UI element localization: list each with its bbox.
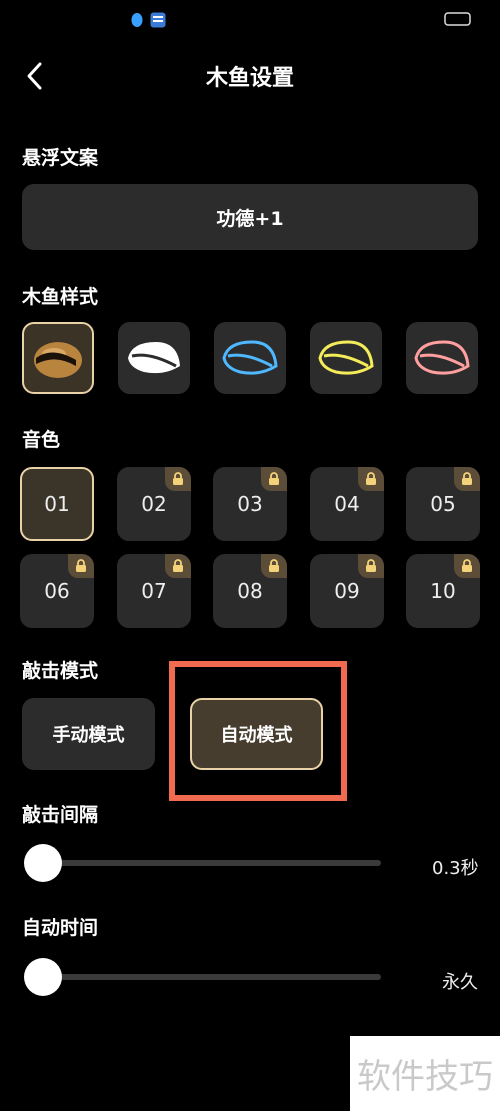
- tone-option[interactable]: 09: [310, 554, 384, 628]
- float-text-value: 功德+1: [216, 207, 284, 230]
- wooden-fish-neon-blue-icon: [222, 340, 278, 375]
- tone-option-label: 07: [141, 579, 167, 603]
- wooden-fish-neon-pink-icon: [414, 340, 470, 375]
- tone-option[interactable]: 10: [406, 554, 480, 628]
- lock-icon: [261, 554, 287, 578]
- tone-option[interactable]: 08: [213, 554, 287, 628]
- float-text-label: 悬浮文案: [22, 147, 99, 169]
- tone-option[interactable]: 07: [117, 554, 191, 628]
- qq-icon: [131, 13, 143, 27]
- tone-label: 音色: [22, 429, 61, 451]
- tone-option-label: 05: [430, 492, 456, 516]
- tone-option[interactable]: 06: [20, 554, 94, 628]
- lock-icon: [165, 467, 191, 491]
- auto-time-label: 自动时间: [22, 917, 99, 939]
- auto-mode-button[interactable]: 自动模式: [190, 698, 323, 770]
- fish-style-label: 木鱼样式: [22, 286, 99, 308]
- tone-option-label: 02: [141, 492, 167, 516]
- fish-style-white[interactable]: [118, 322, 190, 394]
- tone-option[interactable]: 05: [406, 467, 480, 541]
- lock-icon: [358, 554, 384, 578]
- tone-option[interactable]: 01: [20, 467, 94, 541]
- tone-option[interactable]: 03: [213, 467, 287, 541]
- tone-option-label: 10: [430, 579, 456, 603]
- wooden-fish-classic-icon: [34, 342, 82, 378]
- knock-mode-label: 敲击模式: [22, 660, 99, 682]
- status-bar: [0, 0, 500, 40]
- notification-app-icon: [150, 12, 166, 28]
- float-text-field[interactable]: 功德+1: [22, 184, 478, 250]
- page-title: 木鱼设置: [205, 66, 294, 91]
- knock-interval-value: 0.3秒: [432, 858, 479, 879]
- lock-icon: [358, 467, 384, 491]
- auto-time-slider-track[interactable]: [44, 974, 381, 980]
- tone-option-label: 03: [237, 492, 263, 516]
- auto-time-slider-thumb[interactable]: [24, 958, 62, 996]
- fish-style-neon-blue[interactable]: [214, 322, 286, 394]
- tone-option-label: 08: [237, 579, 263, 603]
- lock-icon: [261, 467, 287, 491]
- lock-icon: [454, 554, 480, 578]
- lock-icon: [165, 554, 191, 578]
- lock-icon: [68, 554, 94, 578]
- auto-time-value: 永久: [442, 972, 478, 993]
- fish-style-neon-yellow[interactable]: [310, 322, 382, 394]
- wooden-fish-white-icon: [128, 342, 180, 374]
- knock-interval-slider-thumb[interactable]: [24, 844, 62, 882]
- knock-interval-slider-track[interactable]: [44, 860, 381, 866]
- watermark: 软件技巧: [350, 1036, 500, 1111]
- wooden-fish-neon-yellow-icon: [318, 340, 374, 375]
- battery-icon: [444, 12, 471, 26]
- manual-mode-button[interactable]: 手动模式: [22, 698, 155, 770]
- tone-option-label: 04: [334, 492, 360, 516]
- fish-style-neon-pink[interactable]: [406, 322, 478, 394]
- knock-interval-label: 敲击间隔: [22, 804, 99, 826]
- fish-style-classic[interactable]: [22, 322, 94, 394]
- tone-option[interactable]: 02: [117, 467, 191, 541]
- lock-icon: [454, 467, 480, 491]
- tone-option-label: 09: [334, 579, 360, 603]
- tone-option-label: 06: [44, 579, 70, 603]
- tone-option-label: 01: [44, 492, 70, 516]
- tone-option[interactable]: 04: [310, 467, 384, 541]
